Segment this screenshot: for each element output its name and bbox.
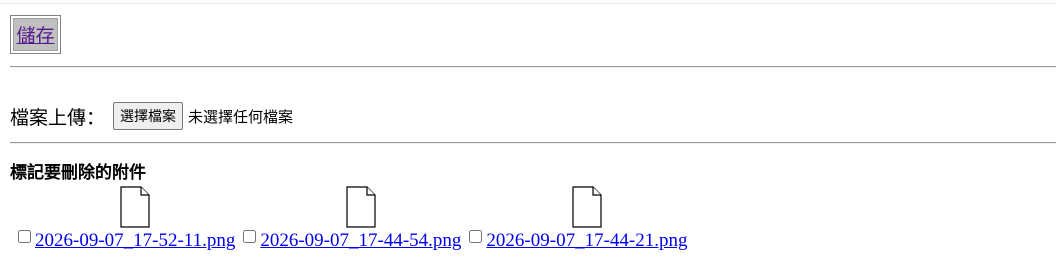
file-icon <box>572 186 602 228</box>
file-upload-row: 檔案上傳： 選擇檔案 未選擇任何檔案 <box>10 101 293 131</box>
attachment-delete-checkbox[interactable] <box>243 230 257 243</box>
save-button[interactable]: 儲存 <box>13 18 58 51</box>
attachment-link[interactable]: 2026-09-07_17-52-11.png <box>35 230 235 252</box>
divider-middle <box>10 142 1056 144</box>
delete-attachments-heading: 標記要刪除的附件 <box>10 163 146 183</box>
file-status-text: 未選擇任何檔案 <box>188 107 294 126</box>
attachment-body: 2026-09-07_17-44-54.png <box>260 186 461 252</box>
save-link[interactable]: 儲存 <box>16 21 54 48</box>
top-divider <box>0 3 1056 4</box>
file-icon <box>120 186 150 228</box>
attachment-list: 2026-09-07_17-52-11.png 2026-09-07_17-44… <box>17 186 694 252</box>
attachment-link[interactable]: 2026-09-07_17-44-54.png <box>260 230 461 252</box>
attachment-item: 2026-09-07_17-52-11.png <box>17 186 235 252</box>
file-icon <box>346 186 376 228</box>
attachment-item: 2026-09-07_17-44-54.png <box>242 186 461 252</box>
attachment-body: 2026-09-07_17-52-11.png <box>35 186 235 252</box>
attachment-link[interactable]: 2026-09-07_17-44-21.png <box>486 230 687 252</box>
attachment-delete-checkbox[interactable] <box>469 230 483 243</box>
attachment-item: 2026-09-07_17-44-21.png <box>468 186 687 252</box>
file-upload-label: 檔案上傳： <box>10 106 106 129</box>
save-button-frame: 儲存 <box>10 15 61 54</box>
divider-top <box>10 66 1056 68</box>
attachment-body: 2026-09-07_17-44-21.png <box>486 186 687 252</box>
attachment-delete-checkbox[interactable] <box>18 230 31 243</box>
choose-file-button[interactable]: 選擇檔案 <box>113 102 184 130</box>
